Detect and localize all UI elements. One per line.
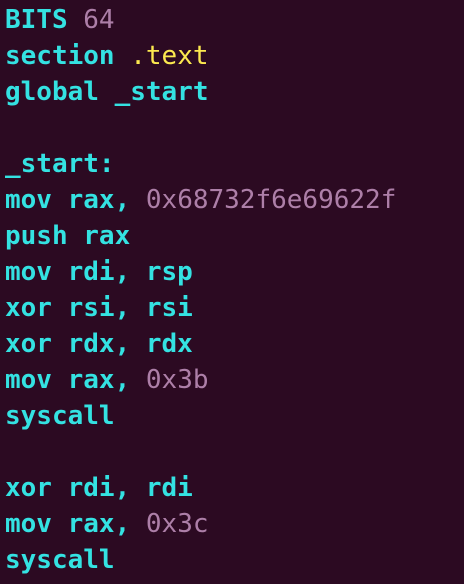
code-editor[interactable]: BITS 64 section .text global _start _sta… (0, 0, 464, 584)
instruction-token: mov rax, (5, 509, 146, 539)
instruction-token: push rax (5, 221, 131, 251)
blank-line[interactable] (5, 434, 464, 470)
code-line-15[interactable]: mov rax, 0x3c (5, 506, 464, 542)
instruction-token: xor rsi, rsi (5, 293, 193, 323)
code-line-8[interactable]: mov rdi, rsp (5, 254, 464, 290)
code-line-6[interactable]: mov rax, 0x68732f6e69622f (5, 182, 464, 218)
label-token: _start: (5, 149, 115, 179)
directive-token: BITS (5, 5, 84, 35)
instruction-token: mov rax, (5, 365, 146, 395)
instruction-token: mov rdi, rsp (5, 257, 193, 287)
section-name: .text (130, 41, 209, 71)
code-line-12[interactable]: syscall (5, 398, 464, 434)
number-literal: 0x3c (145, 509, 209, 539)
code-line-1[interactable]: BITS 64 (5, 2, 464, 38)
code-line-14[interactable]: xor rdi, rdi (5, 470, 464, 506)
instruction-token: xor rdx, rdx (5, 329, 193, 359)
instruction-token: xor rdi, rdi (5, 473, 193, 503)
code-line-5[interactable]: _start: (5, 146, 464, 182)
code-line-2[interactable]: section .text (5, 38, 464, 74)
code-line-10[interactable]: xor rdx, rdx (5, 326, 464, 362)
directive-token: section (5, 41, 131, 71)
instruction-token: mov rax, (5, 185, 146, 215)
code-line-7[interactable]: push rax (5, 218, 464, 254)
directive-token: global _start (5, 77, 209, 107)
instruction-token: syscall (5, 401, 115, 431)
code-line-9[interactable]: xor rsi, rsi (5, 290, 464, 326)
code-line-11[interactable]: mov rax, 0x3b (5, 362, 464, 398)
number-literal: 64 (83, 5, 115, 35)
instruction-token: syscall (5, 545, 115, 575)
number-literal: 0x68732f6e69622f (145, 185, 397, 215)
code-line-3[interactable]: global _start (5, 74, 464, 110)
blank-line[interactable] (5, 110, 464, 146)
code-line-16[interactable]: syscall (5, 542, 464, 578)
number-literal: 0x3b (145, 365, 209, 395)
